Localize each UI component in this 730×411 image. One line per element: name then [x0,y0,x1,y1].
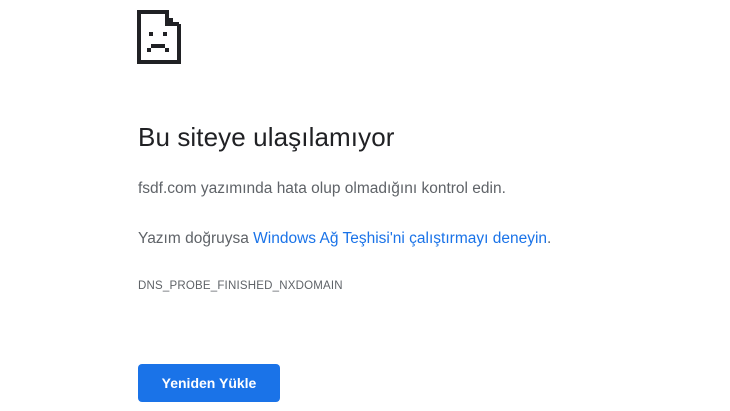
page-title: Bu siteye ulaşılamıyor [138,122,395,152]
hint-message: fsdf.com yazımında hata olup olmadığını … [138,180,506,197]
diagnostics-prefix: Yazım doğruysa [138,230,254,247]
reload-button[interactable]: Yeniden Yükle [138,364,280,402]
sad-page-icon [137,10,181,64]
diagnostics-message: Yazım doğruysa Windows Ağ Teşhisi'ni çal… [138,230,551,248]
network-diagnostics-link[interactable]: Windows Ağ Teşhisi'ni çalıştırmayı deney… [253,230,547,247]
error-page: Bu siteye ulaşılamıyor fsdf.com yazımınd… [0,0,730,411]
diagnostics-suffix: . [547,230,552,247]
error-code: DNS_PROBE_FINISHED_NXDOMAIN [138,280,343,292]
